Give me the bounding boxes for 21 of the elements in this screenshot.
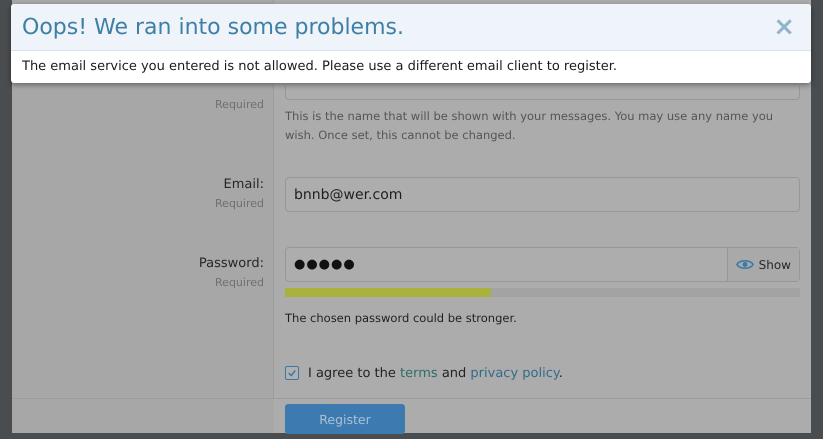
input-field[interactable] bbox=[285, 86, 800, 100]
register-button[interactable]: Register bbox=[285, 404, 405, 434]
checkbox[interactable] bbox=[285, 366, 299, 380]
dialog-title: Oops! We ran into some problems. bbox=[22, 14, 404, 40]
agreement-text: I agree to the terms and privacy policy. bbox=[308, 366, 563, 380]
required-note: Required bbox=[215, 98, 264, 111]
field-label: Email: bbox=[224, 177, 264, 193]
hint-text: The chosen password could be stronger. bbox=[285, 310, 518, 327]
field-label: Password: bbox=[198, 256, 264, 272]
close-button[interactable]: × bbox=[773, 12, 795, 42]
password-field[interactable]: ●●●●● Show bbox=[285, 247, 800, 282]
terms-link[interactable]: terms bbox=[400, 366, 438, 380]
check-icon bbox=[287, 368, 297, 378]
show-button[interactable]: Show bbox=[726, 248, 799, 281]
hint-text: This is the name that will be shown with your messages. You may use any name you wish. Once set, this cannot be changed. bbox=[285, 108, 774, 144]
input-field[interactable]: bnnb@wer.com bbox=[285, 177, 800, 212]
required-note: Required bbox=[215, 276, 264, 289]
error-message: The email service you entered is not allowed. Please use a different email client to register. bbox=[21, 58, 618, 76]
required-note: Required bbox=[215, 197, 264, 210]
privacy-link[interactable]: privacy policy bbox=[470, 366, 559, 380]
eye-icon bbox=[736, 258, 754, 271]
